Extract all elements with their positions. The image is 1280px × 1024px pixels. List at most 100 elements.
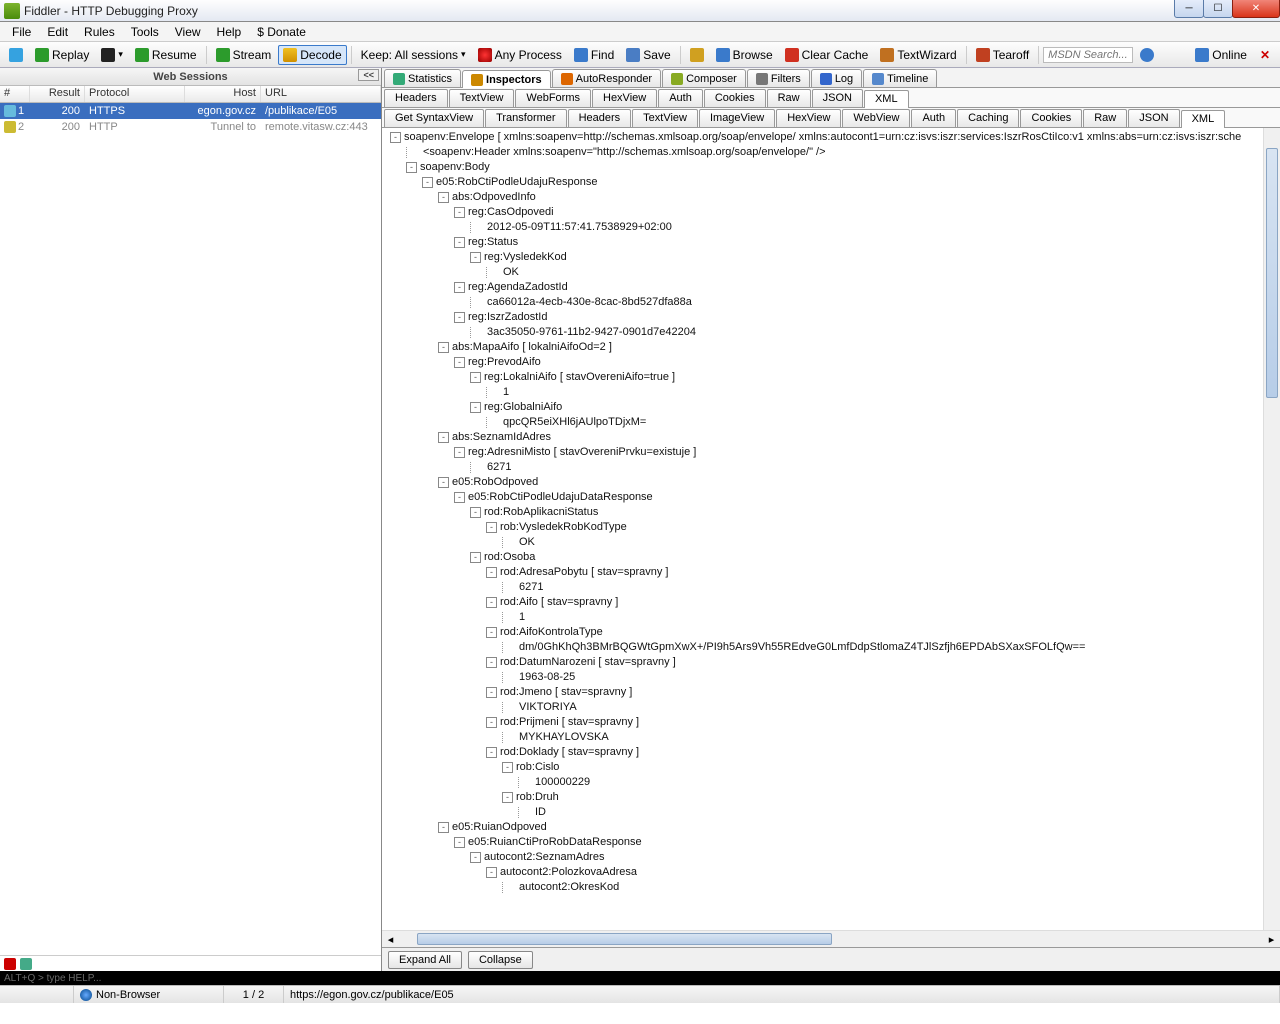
session-row[interactable]: 2200HTTPTunnel toremote.vitasw.cz:443 bbox=[0, 119, 381, 135]
xml-node[interactable]: autocont2:OkresKod bbox=[386, 880, 1276, 895]
comment-button[interactable] bbox=[4, 45, 28, 65]
menu-view[interactable]: View bbox=[167, 23, 209, 41]
sessions-grid[interactable]: 1200HTTPSegon.gov.cz/publikace/E052200HT… bbox=[0, 103, 381, 955]
expand-toggle-icon[interactable]: - bbox=[486, 597, 497, 608]
horizontal-scrollbar[interactable]: ◂▸ bbox=[382, 930, 1280, 947]
expand-toggle-icon[interactable]: - bbox=[454, 237, 465, 248]
xml-node[interactable]: -autocont2:PolozkovaAdresa bbox=[386, 865, 1276, 880]
close-toolbar-button[interactable]: ✕ bbox=[1254, 48, 1276, 62]
subtab-auth[interactable]: Auth bbox=[911, 109, 956, 127]
subtab-getsyntaxview[interactable]: Get SyntaxView bbox=[384, 109, 484, 127]
subtab-hexview[interactable]: HexView bbox=[776, 109, 841, 127]
collapse-button[interactable]: Collapse bbox=[468, 951, 533, 969]
expand-toggle-icon[interactable]: - bbox=[454, 357, 465, 368]
clear-cache-button[interactable]: Clear Cache bbox=[780, 45, 874, 65]
xml-node[interactable]: -e05:RobOdpoved bbox=[386, 475, 1276, 490]
remove-button[interactable]: ▾ bbox=[96, 45, 128, 65]
stream-button[interactable]: Stream bbox=[211, 45, 277, 65]
xml-node[interactable]: 6271 bbox=[386, 580, 1276, 595]
maximize-button[interactable]: ☐ bbox=[1203, 0, 1233, 18]
expand-toggle-icon[interactable]: - bbox=[486, 522, 497, 533]
xml-node[interactable]: <soapenv:Header xmlns:soapenv="http://sc… bbox=[386, 145, 1276, 160]
textwizard-button[interactable]: TextWizard bbox=[875, 45, 961, 65]
xml-node[interactable]: qpcQR5eiXHl6jAUlpoTDjxM= bbox=[386, 415, 1276, 430]
xml-node[interactable]: -rob:Cislo bbox=[386, 760, 1276, 775]
subtab-xml[interactable]: XML bbox=[864, 90, 909, 108]
tab-log[interactable]: Log bbox=[811, 69, 862, 87]
xml-node[interactable]: MYKHAYLOVSKA bbox=[386, 730, 1276, 745]
expand-toggle-icon[interactable]: - bbox=[438, 477, 449, 488]
xml-node[interactable]: -rod:Doklady [ stav=spravny ] bbox=[386, 745, 1276, 760]
subtab-json[interactable]: JSON bbox=[1128, 109, 1179, 127]
online-indicator[interactable]: Online bbox=[1190, 45, 1252, 65]
xml-node[interactable]: OK bbox=[386, 535, 1276, 550]
xml-node[interactable]: -e05:RobCtiPodleUdajuDataResponse bbox=[386, 490, 1276, 505]
menu-donate[interactable]: $ Donate bbox=[249, 23, 314, 41]
menu-file[interactable]: File bbox=[4, 23, 39, 41]
vertical-scrollbar[interactable] bbox=[1263, 128, 1280, 930]
subtab-textview[interactable]: TextView bbox=[449, 89, 515, 107]
tab-timeline[interactable]: Timeline bbox=[863, 69, 937, 87]
screenshot-button[interactable] bbox=[685, 45, 709, 65]
xml-node[interactable]: VIKTORIYA bbox=[386, 700, 1276, 715]
expand-toggle-icon[interactable]: - bbox=[454, 447, 465, 458]
replay-button[interactable]: Replay bbox=[30, 45, 94, 65]
subtab-json[interactable]: JSON bbox=[812, 89, 863, 107]
xml-node[interactable]: ID bbox=[386, 805, 1276, 820]
xml-node[interactable]: -abs:OdpovedInfo bbox=[386, 190, 1276, 205]
session-row[interactable]: 1200HTTPSegon.gov.cz/publikace/E05 bbox=[0, 103, 381, 119]
expand-toggle-icon[interactable]: - bbox=[470, 372, 481, 383]
expand-toggle-icon[interactable]: - bbox=[454, 207, 465, 218]
xml-node[interactable]: -soapenv:Body bbox=[386, 160, 1276, 175]
xml-node[interactable]: -reg:IszrZadostId bbox=[386, 310, 1276, 325]
menu-help[interactable]: Help bbox=[209, 23, 250, 41]
xml-node[interactable]: -reg:AgendaZadostId bbox=[386, 280, 1276, 295]
expand-toggle-icon[interactable]: - bbox=[438, 432, 449, 443]
subtab-cookies[interactable]: Cookies bbox=[1020, 109, 1082, 127]
tab-composer[interactable]: Composer bbox=[662, 69, 746, 87]
expand-toggle-icon[interactable]: - bbox=[454, 312, 465, 323]
xml-node[interactable]: -rod:RobAplikacniStatus bbox=[386, 505, 1276, 520]
expand-all-button[interactable]: Expand All bbox=[388, 951, 462, 969]
xml-node[interactable]: -reg:LokalniAifo [ stavOvereniAifo=true … bbox=[386, 370, 1276, 385]
msdn-search-input[interactable] bbox=[1043, 47, 1133, 63]
xml-node[interactable]: -reg:Status bbox=[386, 235, 1276, 250]
menu-tools[interactable]: Tools bbox=[123, 23, 167, 41]
expand-toggle-icon[interactable]: - bbox=[470, 252, 481, 263]
expand-toggle-icon[interactable]: - bbox=[486, 717, 497, 728]
expand-toggle-icon[interactable]: - bbox=[470, 852, 481, 863]
subtab-raw[interactable]: Raw bbox=[767, 89, 811, 107]
expand-toggle-icon[interactable]: - bbox=[470, 507, 481, 518]
subtab-caching[interactable]: Caching bbox=[957, 109, 1019, 127]
xml-node[interactable]: 3ac35050-9761-11b2-9427-0901d7e42204 bbox=[386, 325, 1276, 340]
expand-toggle-icon[interactable]: - bbox=[454, 837, 465, 848]
subtab-xml[interactable]: XML bbox=[1181, 110, 1226, 128]
xml-node[interactable]: 1 bbox=[386, 610, 1276, 625]
xml-node[interactable]: -rod:DatumNarozeni [ stav=spravny ] bbox=[386, 655, 1276, 670]
subtab-auth[interactable]: Auth bbox=[658, 89, 703, 107]
subtab-hexview[interactable]: HexView bbox=[592, 89, 657, 107]
minimize-button[interactable]: ─ bbox=[1174, 0, 1204, 18]
decode-button[interactable]: Decode bbox=[278, 45, 346, 65]
xml-node[interactable]: -rod:AdresaPobytu [ stav=spravny ] bbox=[386, 565, 1276, 580]
xml-node[interactable]: -reg:CasOdpovedi bbox=[386, 205, 1276, 220]
subtab-headers[interactable]: Headers bbox=[384, 89, 448, 107]
expand-toggle-icon[interactable]: - bbox=[470, 402, 481, 413]
expand-toggle-icon[interactable]: - bbox=[486, 657, 497, 668]
xml-node[interactable]: -abs:MapaAifo [ lokalniAifoOd=2 ] bbox=[386, 340, 1276, 355]
subtab-textview[interactable]: TextView bbox=[632, 109, 698, 127]
expand-toggle-icon[interactable]: - bbox=[422, 177, 433, 188]
expand-toggle-icon[interactable]: - bbox=[486, 867, 497, 878]
xml-node[interactable]: -rob:VysledekRobKodType bbox=[386, 520, 1276, 535]
expand-toggle-icon[interactable]: - bbox=[470, 552, 481, 563]
xml-node[interactable]: 1 bbox=[386, 385, 1276, 400]
subtab-imageview[interactable]: ImageView bbox=[699, 109, 775, 127]
keep-sessions-button[interactable]: Keep: All sessions ▾ bbox=[356, 45, 471, 65]
expand-toggle-icon[interactable]: - bbox=[502, 792, 513, 803]
xml-node[interactable]: -e05:RuianCtiProRobDataResponse bbox=[386, 835, 1276, 850]
tab-statistics[interactable]: Statistics bbox=[384, 69, 461, 87]
expand-toggle-icon[interactable]: - bbox=[486, 747, 497, 758]
xml-node[interactable]: 2012-05-09T11:57:41.7538929+02:00 bbox=[386, 220, 1276, 235]
xml-node[interactable]: -soapenv:Envelope [ xmlns:soapenv=http:/… bbox=[386, 130, 1276, 145]
xml-node[interactable]: -reg:PrevodAifo bbox=[386, 355, 1276, 370]
